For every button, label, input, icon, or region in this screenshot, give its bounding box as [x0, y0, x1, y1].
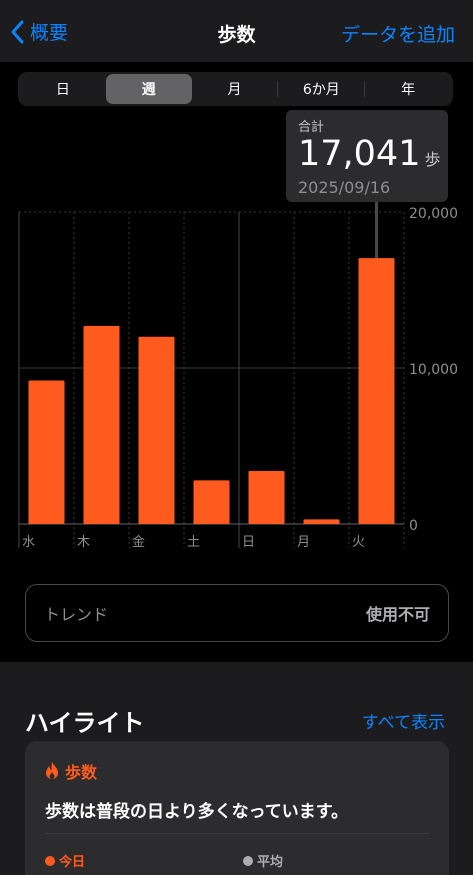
bar — [248, 470, 285, 524]
segment-day[interactable]: 日 — [20, 74, 106, 104]
legend-average-label: 平均 — [257, 855, 284, 870]
tooltip-value: 17,041 — [298, 134, 421, 174]
x-tick-label: 月 — [297, 535, 310, 550]
bar — [303, 519, 340, 524]
add-data-button[interactable]: データを追加 — [341, 20, 455, 47]
x-tick-label: 日 — [242, 535, 255, 550]
bar — [358, 258, 395, 524]
period-segmented-control: 日 週 月 6か月 年 — [18, 72, 453, 106]
today-dot — [45, 855, 55, 866]
show-all-link[interactable]: すべて表示 — [362, 708, 445, 733]
y-tick-label: 20,000 — [409, 206, 458, 222]
highlight-category: 歩数 — [45, 759, 97, 783]
tooltip-unit: 歩 — [424, 150, 441, 169]
x-tick-label: 火 — [352, 535, 365, 550]
legend-today: 今日 — [45, 851, 85, 870]
trend-label: トレンド — [44, 605, 109, 624]
x-tick-label: 土 — [187, 535, 200, 550]
segment-week[interactable]: 週 — [105, 74, 192, 104]
x-tick-label: 水 — [22, 535, 35, 550]
chevron-left-icon — [11, 20, 24, 43]
bar — [138, 336, 175, 524]
nav-bar: 概要 歩数 データを追加 — [0, 0, 473, 62]
back-button[interactable]: 概要 — [10, 18, 68, 45]
selection-tooltip: 合計 17,041 歩 2025/09/16 — [286, 110, 448, 202]
y-tick-label: 0 — [409, 518, 418, 534]
highlight-divider — [45, 833, 429, 834]
bar — [83, 325, 120, 524]
tooltip-date: 2025/09/16 — [298, 178, 391, 197]
segment-month[interactable]: 月 — [192, 74, 278, 104]
y-tick-label: 10,000 — [409, 362, 458, 378]
trend-value: 使用不可 — [365, 605, 430, 624]
back-button-label: 概要 — [30, 22, 69, 44]
trend-card[interactable]: トレンド 使用不可 — [25, 584, 449, 642]
highlights-title: ハイライト — [25, 709, 145, 737]
flame-icon — [46, 762, 58, 779]
x-tick-label: 木 — [77, 535, 90, 550]
bar — [193, 480, 230, 524]
legend-today-label: 今日 — [59, 855, 86, 870]
highlight-message: 歩数は普段の日より多くなっています。 — [45, 802, 349, 822]
bar — [28, 380, 65, 524]
segment-6months[interactable]: 6か月 — [278, 74, 364, 104]
average-dot — [243, 855, 253, 866]
legend-average: 平均 — [243, 851, 283, 870]
x-tick-label: 金 — [132, 534, 145, 550]
highlights-section: ハイライト すべて表示 歩数 歩数は普段の日より多くなっています。 今日 平均 — [0, 662, 473, 875]
segment-year[interactable]: 年 — [365, 74, 451, 104]
highlight-card[interactable]: 歩数 歩数は普段の日より多くなっています。 今日 平均 — [25, 741, 449, 875]
tooltip-label: 合計 — [298, 120, 325, 135]
highlight-category-label: 歩数 — [65, 763, 98, 782]
